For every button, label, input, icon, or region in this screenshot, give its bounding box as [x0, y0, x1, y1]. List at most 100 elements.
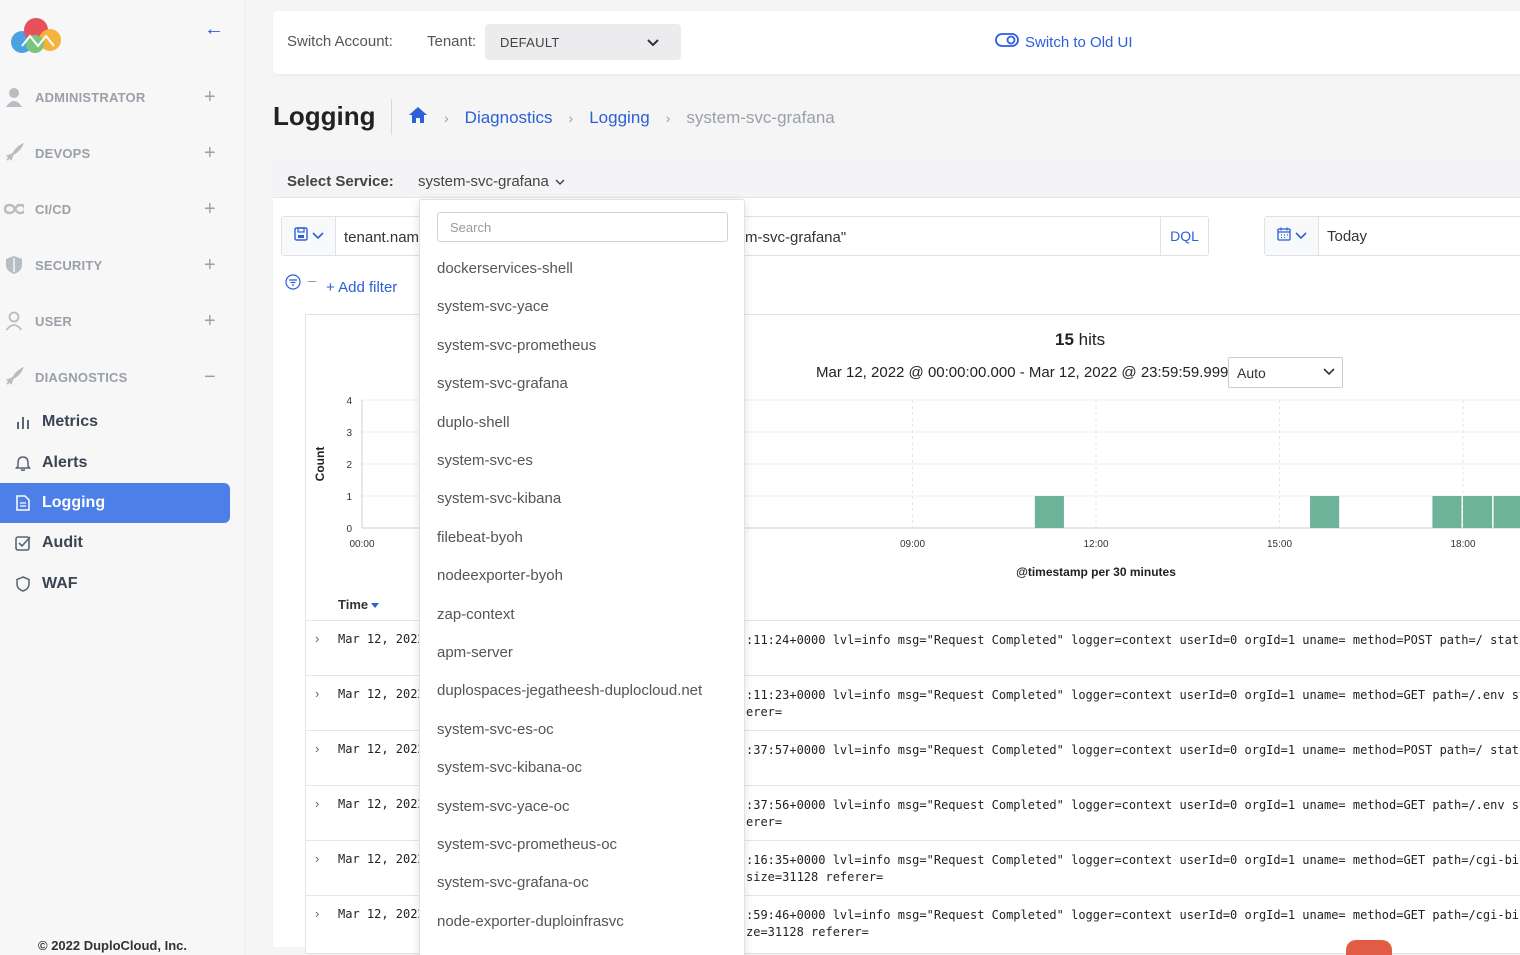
- user-icon: [4, 87, 24, 107]
- y-tick-label: 3: [346, 428, 352, 439]
- top-bar: Switch Account: Tenant: DEFAULT Switch t…: [273, 11, 1520, 74]
- y-tick-label: 0: [346, 524, 352, 535]
- sidebar-item-metrics[interactable]: Metrics: [0, 402, 230, 442]
- expand-icon[interactable]: +: [204, 86, 216, 109]
- service-option[interactable]: duplospaces-jegatheesh-duplocloud.net: [437, 682, 702, 699]
- x-tick-label: 15:00: [1267, 539, 1292, 550]
- shield-icon: [4, 255, 24, 275]
- sidebar-item-waf[interactable]: WAF: [0, 564, 230, 604]
- histogram-bar: [1463, 496, 1493, 528]
- sidebar-item-label: WAF: [42, 575, 78, 592]
- nav-section-label: DEVOPS: [35, 145, 91, 161]
- service-option[interactable]: system-svc-grafana-oc: [437, 874, 589, 891]
- home-icon[interactable]: [408, 106, 428, 129]
- log-time: Mar 12, 2022: [338, 687, 425, 701]
- copyright-footer: © 2022 DuploCloud, Inc.: [38, 938, 187, 953]
- duplocloud-logo[interactable]: [8, 16, 66, 56]
- service-option[interactable]: apm-server: [437, 644, 513, 661]
- sidebar-item-audit[interactable]: Audit: [0, 523, 230, 563]
- service-option[interactable]: dockerservices-shell: [437, 260, 573, 277]
- nav-section-label: CI/CD: [35, 201, 72, 217]
- nav-section-security[interactable]: SECURITY +: [0, 245, 245, 285]
- tenant-select[interactable]: DEFAULT: [485, 24, 681, 60]
- breadcrumb-diagnostics[interactable]: Diagnostics: [465, 108, 553, 128]
- document-icon: [14, 494, 32, 512]
- nav-section-cicd[interactable]: CI/CD +: [0, 189, 245, 229]
- service-option[interactable]: system-svc-yace: [437, 298, 549, 315]
- log-time: Mar 12, 2022: [338, 852, 425, 866]
- service-option[interactable]: node-exporter-duploinfrasvc: [437, 913, 624, 930]
- expand-row-icon[interactable]: ›: [315, 906, 319, 921]
- service-option[interactable]: system-svc-es-oc: [437, 721, 554, 738]
- nav-section-label: SECURITY: [35, 257, 103, 273]
- x-tick-label: 00:00: [349, 539, 374, 550]
- histogram-bar: [1432, 496, 1462, 528]
- log-message: :37:57+0000 lvl=info msg="Request Comple…: [746, 743, 1520, 757]
- nav-section-label: DIAGNOSTICS: [35, 369, 128, 385]
- x-tick-label: 18:00: [1450, 539, 1475, 550]
- log-message: :37:56+0000 lvl=info msg="Request Comple…: [746, 798, 1520, 829]
- service-option[interactable]: system-svc-prometheus-oc: [437, 836, 617, 853]
- nav-section-label: ADMINISTRATOR: [35, 89, 146, 105]
- rocket-icon: [4, 367, 24, 387]
- sort-desc-icon: [371, 597, 380, 612]
- x-tick-label: 09:00: [900, 539, 925, 550]
- tenant-label: Tenant:: [427, 33, 477, 50]
- expand-row-icon[interactable]: ›: [315, 686, 319, 701]
- sidebar-item-label: Audit: [42, 534, 83, 551]
- expand-row-icon[interactable]: ›: [315, 631, 319, 646]
- service-option[interactable]: system-svc-grafana: [437, 375, 568, 392]
- log-time: Mar 12, 2022: [338, 797, 425, 811]
- nav-section-diagnostics[interactable]: DIAGNOSTICS −: [0, 357, 245, 397]
- expand-row-icon[interactable]: ›: [315, 741, 319, 756]
- sidebar-item-alerts[interactable]: Alerts: [0, 443, 230, 483]
- infinity-icon: [4, 199, 24, 219]
- shield-icon: [14, 575, 32, 593]
- service-option[interactable]: filebeat-byoh: [437, 529, 523, 546]
- y-tick-label: 1: [346, 492, 352, 503]
- chevron-right-icon: ›: [568, 109, 574, 126]
- x-axis-label: @timestamp per 30 minutes: [1016, 565, 1176, 579]
- time-column-header[interactable]: Time: [338, 597, 380, 612]
- sidebar-item-logging[interactable]: Logging: [0, 483, 230, 523]
- chevron-down-icon: [645, 34, 661, 55]
- expand-row-icon[interactable]: ›: [315, 796, 319, 811]
- service-option[interactable]: system-svc-kibana: [437, 490, 561, 507]
- expand-icon[interactable]: +: [204, 142, 216, 165]
- title-divider: [391, 99, 392, 135]
- service-option[interactable]: system-svc-yace-oc: [437, 798, 570, 815]
- histogram-bar: [1034, 496, 1064, 528]
- collapse-sidebar-icon[interactable]: ←: [204, 18, 224, 41]
- service-option[interactable]: system-svc-kibana-oc: [437, 759, 582, 776]
- breadcrumb-logging[interactable]: Logging: [589, 108, 650, 128]
- expand-icon[interactable]: +: [204, 310, 216, 333]
- service-search-input[interactable]: [437, 212, 728, 242]
- log-message: :11:24+0000 lvl=info msg="Request Comple…: [746, 633, 1520, 647]
- sidebar-item-label: Logging: [42, 494, 106, 511]
- nav-section-administrator[interactable]: ADMINISTRATOR +: [0, 77, 245, 117]
- service-option[interactable]: system-svc-es: [437, 452, 533, 469]
- y-tick-label: 2: [346, 460, 352, 471]
- collapse-icon[interactable]: −: [204, 366, 216, 389]
- histogram-bar: [1493, 496, 1520, 528]
- y-axis-label: Count: [313, 447, 327, 482]
- bell-icon: [14, 454, 32, 472]
- toggle-icon: [995, 32, 1019, 52]
- service-option[interactable]: nodeexporter-byoh: [437, 567, 563, 584]
- nav-section-devops[interactable]: DEVOPS +: [0, 133, 245, 173]
- nav-section-label: USER: [35, 313, 72, 329]
- service-option[interactable]: system-svc-prometheus: [437, 337, 596, 354]
- service-option[interactable]: duplo-shell: [437, 414, 510, 431]
- tenant-select-value: DEFAULT: [500, 35, 560, 50]
- service-option[interactable]: zap-context: [437, 606, 515, 623]
- sidebar-item-label: Metrics: [42, 413, 99, 430]
- expand-row-icon[interactable]: ›: [315, 851, 319, 866]
- expand-icon[interactable]: +: [204, 198, 216, 221]
- y-tick-label: 4: [346, 396, 352, 407]
- chat-widget-button[interactable]: [1346, 940, 1392, 955]
- nav-section-user[interactable]: USER +: [0, 301, 245, 341]
- expand-icon[interactable]: +: [204, 254, 216, 277]
- bar-chart-icon: [14, 413, 32, 431]
- switch-to-old-ui-link[interactable]: Switch to Old UI: [995, 32, 1133, 52]
- switch-to-old-ui-label: Switch to Old UI: [1025, 33, 1133, 51]
